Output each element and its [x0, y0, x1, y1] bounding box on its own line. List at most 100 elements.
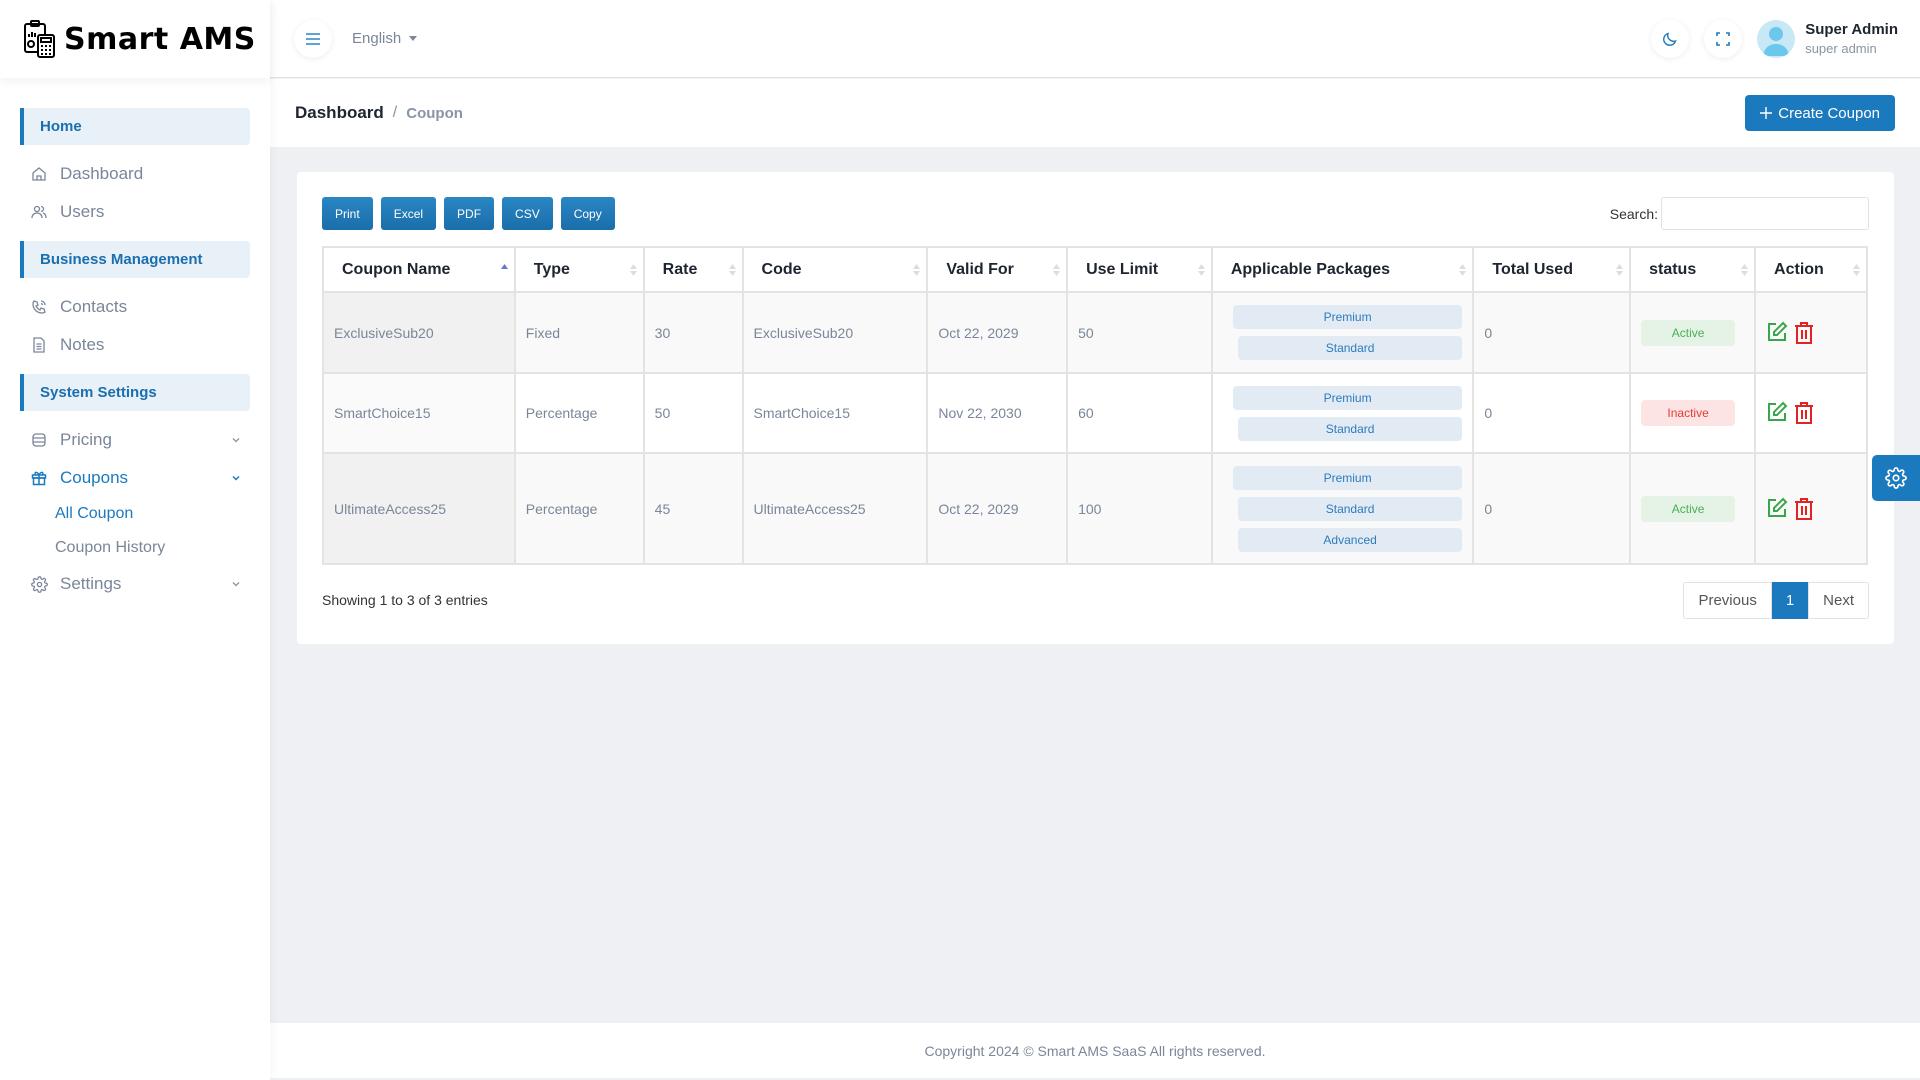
- cell-valid-for: Nov 22, 2030: [926, 372, 1069, 454]
- print-button[interactable]: Print: [322, 197, 373, 230]
- package-badge: Advanced: [1237, 527, 1463, 552]
- column-header[interactable]: Applicable Packages: [1210, 246, 1475, 293]
- menu-toggle-button[interactable]: [294, 19, 332, 58]
- column-header[interactable]: Action: [1754, 246, 1868, 293]
- trash-icon: [1795, 497, 1814, 520]
- sidebar-item-pricing[interactable]: Pricing: [0, 421, 270, 459]
- cell-use-limit: 60: [1066, 372, 1213, 454]
- sort-icon: [1616, 263, 1624, 276]
- sidebar-subitem-coupon-history[interactable]: Coupon History: [0, 531, 270, 565]
- avatar[interactable]: [1757, 19, 1796, 58]
- cell-rate: 30: [642, 291, 744, 374]
- sort-icon: [1853, 263, 1860, 276]
- sidebar-item-coupons[interactable]: Coupons: [0, 459, 270, 497]
- edit-button[interactable]: [1766, 321, 1788, 345]
- sort-icon: [629, 263, 637, 276]
- gear-icon: [30, 575, 48, 593]
- status-badge[interactable]: Active: [1641, 319, 1736, 346]
- plus-icon: [1760, 107, 1773, 119]
- copy-button[interactable]: Copy: [560, 197, 615, 230]
- delete-button[interactable]: [1794, 401, 1816, 425]
- sidebar-nav: Home Dashboard Users Business Management…: [0, 78, 270, 603]
- user-name: Super Admin: [1805, 21, 1898, 38]
- cell-name: ExclusiveSub20: [322, 291, 516, 374]
- cell-type: Percentage: [513, 452, 645, 565]
- language-dropdown[interactable]: English: [352, 30, 418, 47]
- table-row: SmartChoice15 Percentage 50 SmartChoice15 No…: [322, 372, 1868, 454]
- previous-page-button[interactable]: Previous: [1683, 582, 1772, 619]
- column-header-label: Rate: [662, 260, 698, 278]
- column-header[interactable]: Use Limit: [1066, 246, 1213, 293]
- table-row: UltimateAccess25 Percentage 45 UltimateAcce…: [322, 452, 1868, 565]
- logo[interactable]: Smart AMS: [0, 0, 270, 78]
- cell-rate: 50: [642, 372, 744, 454]
- sidebar-subitem-all-coupon[interactable]: All Coupon: [0, 497, 270, 531]
- sidebar-item-notes[interactable]: Notes: [0, 326, 270, 364]
- sidebar-item-label: Users: [60, 202, 105, 221]
- row-actions: [1766, 321, 1866, 345]
- coupon-table: Coupon Name Type Rate Code Valid For Use Limi…: [322, 246, 1868, 565]
- sidebar-item-dashboard[interactable]: Dashboard: [0, 155, 270, 193]
- search-box: Search:: [1610, 197, 1869, 230]
- sidebar-item-label: Pricing: [60, 430, 112, 449]
- sidebar-item-users[interactable]: Users: [0, 193, 270, 231]
- next-page-button[interactable]: Next: [1808, 582, 1869, 619]
- trash-icon: [1795, 321, 1814, 344]
- create-coupon-button[interactable]: Create Coupon: [1745, 95, 1895, 131]
- column-header[interactable]: Coupon Name: [322, 246, 516, 293]
- breadcrumb-separator: /: [392, 104, 398, 121]
- status-badge[interactable]: Inactive: [1641, 400, 1736, 426]
- column-header[interactable]: Valid For: [926, 246, 1069, 293]
- delete-button[interactable]: [1794, 321, 1816, 345]
- edit-icon: [1768, 321, 1788, 341]
- column-header[interactable]: Rate: [642, 246, 744, 293]
- column-header[interactable]: Code: [741, 246, 929, 293]
- sort-icon: [1741, 263, 1749, 276]
- column-header[interactable]: Total Used: [1472, 246, 1632, 293]
- cell-packages: Premium Standard: [1210, 291, 1475, 374]
- column-header[interactable]: Type: [513, 246, 645, 293]
- excel-button[interactable]: Excel: [380, 197, 437, 230]
- gear-icon: [1885, 467, 1907, 489]
- cell-packages: Premium Standard Advanced: [1210, 452, 1475, 565]
- cell-valid-for: Oct 22, 2029: [926, 452, 1069, 565]
- user-info[interactable]: Super Admin super admin: [1805, 21, 1898, 56]
- sidebar-item-settings[interactable]: Settings: [0, 565, 270, 603]
- pdf-button[interactable]: PDF: [444, 197, 495, 230]
- search-input[interactable]: [1661, 197, 1869, 230]
- search-label: Search:: [1609, 205, 1658, 222]
- cell-total-used: 0: [1472, 452, 1632, 565]
- cell-valid-for: Oct 22, 2029: [926, 291, 1069, 374]
- column-header-label: Valid For: [946, 260, 1014, 278]
- sort-icon: [913, 263, 921, 276]
- column-header[interactable]: status: [1629, 246, 1757, 293]
- delete-button[interactable]: [1794, 497, 1816, 521]
- header-actions: Super Admin super admin: [1636, 19, 1898, 58]
- status-badge[interactable]: Active: [1641, 495, 1736, 522]
- moon-icon: [1663, 31, 1677, 46]
- edit-button[interactable]: [1766, 497, 1788, 521]
- cell-actions: [1754, 452, 1868, 565]
- dark-mode-toggle[interactable]: [1651, 19, 1690, 58]
- column-header-label: Action: [1774, 260, 1824, 278]
- caret-down-icon: [409, 36, 418, 41]
- phone-icon: [30, 298, 48, 316]
- page-1-button[interactable]: 1: [1771, 582, 1809, 619]
- theme-settings-button[interactable]: [1872, 455, 1920, 501]
- chevron-down-icon: [232, 475, 240, 481]
- database-icon: [30, 431, 48, 449]
- app-name: Smart AMS: [64, 21, 256, 57]
- sidebar-item-contacts[interactable]: Contacts: [0, 288, 270, 326]
- cell-actions: [1754, 291, 1868, 374]
- fullscreen-button[interactable]: [1704, 19, 1743, 58]
- sidebar-item-label: Coupons: [60, 468, 129, 487]
- home-icon: [30, 165, 48, 183]
- footer: Copyright 2024 © Smart AMS SaaS All righ…: [270, 1023, 1920, 1078]
- top-header: English Super Admin super admin: [270, 0, 1920, 78]
- package-badge: Premium: [1232, 385, 1463, 410]
- edit-button[interactable]: [1766, 401, 1788, 425]
- package-badge: Standard: [1237, 496, 1463, 521]
- csv-button[interactable]: CSV: [502, 197, 553, 230]
- breadcrumb-dashboard[interactable]: Dashboard: [295, 103, 384, 123]
- export-buttons: Print Excel PDF CSV Copy: [322, 197, 615, 230]
